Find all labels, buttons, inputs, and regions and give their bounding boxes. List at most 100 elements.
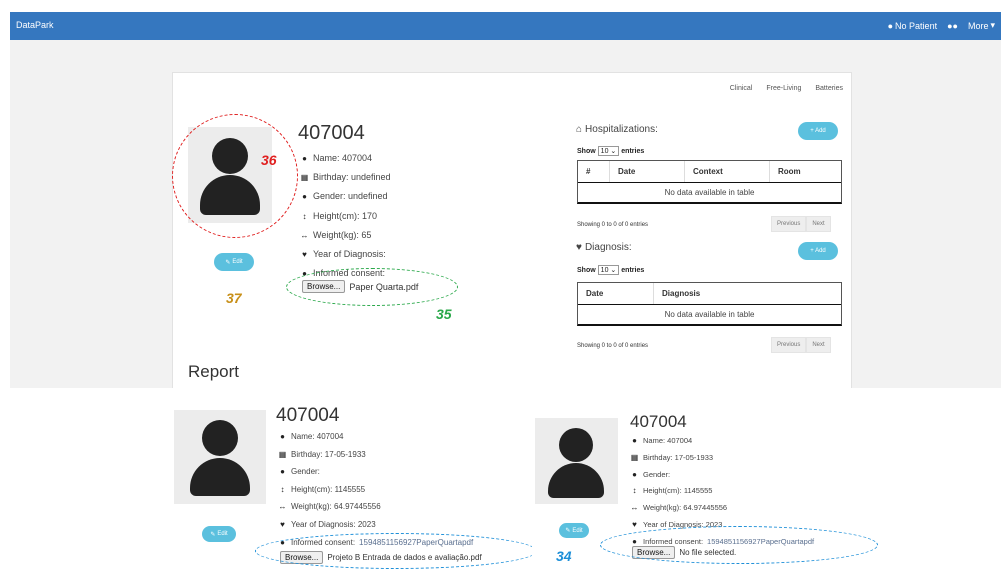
more-menu[interactable]: More ▾ [968,20,995,31]
hospitalizations-table: # Date Context Room No data available in… [577,160,842,204]
empty-row: No data available in table [664,310,755,319]
empty-row: No data available in table [664,188,755,197]
edit-button[interactable]: ✎ Edit [559,523,589,538]
weight-row: ↔ Weight(kg): 64.97445556 [630,500,814,517]
user-icon: ● [887,20,894,31]
heart-icon: ♥ [302,250,307,260]
horizontal-arrows-icon: ↔ [278,502,287,512]
calendar-icon: ▦ [300,173,309,183]
patient-id: 407004 [298,122,365,144]
calendar-icon: ▦ [630,452,639,462]
annotation-34: 34 [556,548,572,564]
tab-bar: Clinical Free-Living Batteries [730,85,843,92]
previous-button[interactable]: Previous [771,216,807,232]
home-icon: ⌂ [576,124,583,135]
birthday-row: ▦ Birthday: 17-05-1933 [278,446,473,464]
avatar [174,410,266,504]
previous-button[interactable]: Previous [771,337,807,353]
col-date[interactable]: Date [578,283,654,304]
patient-id: 407004 [276,405,340,426]
edit-button[interactable]: ✎ Edit [214,253,254,271]
col-number[interactable]: # [578,161,610,182]
user-icon: ● [632,436,637,445]
gender-row: ● Gender: [630,467,814,484]
diagnosis-year-row: ♥ Year of Diagnosis: [300,245,391,264]
hosp-pagination: Previous Next [771,216,831,232]
hosp-entries-select[interactable]: 10 ⌄ [597,146,620,156]
heart-icon: ♥ [576,242,582,253]
tab-batteries[interactable]: Batteries [815,85,843,92]
gender-row: ● Gender: [278,463,473,481]
col-date[interactable]: Date [610,161,685,182]
tab-clinical[interactable]: Clinical [730,85,753,92]
vertical-arrows-icon: ↕ [632,486,637,496]
hospitalizations-title: ⌂ Hospitalizations: [576,124,658,135]
report-title: Report [188,362,240,381]
brand-logo[interactable]: DataPark [16,20,54,30]
horizontal-arrows-icon: ↔ [300,230,309,240]
next-button[interactable]: Next [806,337,831,353]
hosp-show-entries: Show 10 ⌄ entries [577,146,645,156]
tab-free-living[interactable]: Free-Living [766,85,801,92]
red-annotation-circle [172,114,298,238]
pencil-icon: ✎ [210,531,216,538]
gender-row: ● Gender: undefined [300,187,391,206]
pencil-icon: ✎ [565,528,571,534]
horizontal-arrows-icon: ↔ [630,503,639,513]
vertical-arrows-icon: ↕ [280,484,285,494]
avatar-body-shape [548,463,604,498]
pencil-icon: ✎ [225,259,231,266]
heart-icon: ♥ [280,519,285,529]
calendar-icon: ▦ [278,449,287,459]
group-icon[interactable]: ●● [947,21,958,31]
avatar-body-shape [190,458,250,496]
green-annotation-circle [286,268,458,306]
diagnosis-table: Date Diagnosis No data available in tabl… [577,282,842,326]
height-row: ↕ Height(cm): 170 [300,207,391,226]
weight-row: ↔ Weight(kg): 64.97445556 [278,498,473,516]
avatar-head-shape [202,420,238,456]
avatar-head-shape [559,428,593,462]
edit-button[interactable]: ✎ Edit [202,526,236,542]
patient-info: ● Name: 407004 ▦ Birthday: undefined ● Gend… [300,149,391,283]
annotation-37: 37 [226,290,242,306]
user-icon: ● [280,467,285,477]
user-icon: ● [280,432,285,441]
name-row: ● Name: 407004 [630,433,814,450]
add-diagnosis-button[interactable]: + Add [798,242,838,260]
add-hospitalization-button[interactable]: + Add [798,122,838,140]
table-header: # Date Context Room [578,161,841,183]
col-diagnosis[interactable]: Diagnosis [654,283,841,304]
birthday-row: ▦ Birthday: 17-05-1933 [630,450,814,467]
top-navbar: DataPark ● No Patient ●● More ▾ [10,12,1001,40]
name-row: ● Name: 407004 [278,428,473,446]
diag-pagination: Previous Next [771,337,831,353]
col-room[interactable]: Room [770,161,841,182]
blue-annotation-circle [600,526,878,564]
weight-row: ↔ Weight(kg): 65 [300,226,391,245]
annotation-35: 35 [436,306,452,322]
avatar [535,418,618,504]
birthday-row: ▦ Birthday: undefined [300,168,391,187]
name-row: ● Name: 407004 [300,149,391,168]
diag-showing-info: Showing 0 to 0 of 0 entries [577,343,649,349]
table-header: Date Diagnosis [578,283,841,305]
patient-menu[interactable]: ● No Patient [888,21,937,31]
blue-annotation-circle [255,533,537,569]
height-row: ↕ Height(cm): 1145555 [630,483,814,500]
diagnosis-year-row: ♥ Year of Diagnosis: 2023 [278,516,473,534]
col-context[interactable]: Context [685,161,770,182]
user-icon: ● [302,192,307,202]
diagnosis-title: ♥ Diagnosis: [576,242,632,253]
next-button[interactable]: Next [806,216,831,232]
patient-panel: Clinical Free-Living Batteries [172,72,852,388]
hosp-showing-info: Showing 0 to 0 of 0 entries [577,222,649,228]
diag-entries-select[interactable]: 10 ⌄ [597,265,620,275]
annotation-36: 36 [261,152,277,168]
patient-id: 407004 [630,412,687,431]
diag-show-entries: Show 10 ⌄ entries [577,265,645,275]
user-icon: ● [632,469,637,479]
vertical-arrows-icon: ↕ [302,211,307,221]
caret-down-icon: ▾ [990,20,995,30]
height-row: ↕ Height(cm): 1145555 [278,481,473,499]
